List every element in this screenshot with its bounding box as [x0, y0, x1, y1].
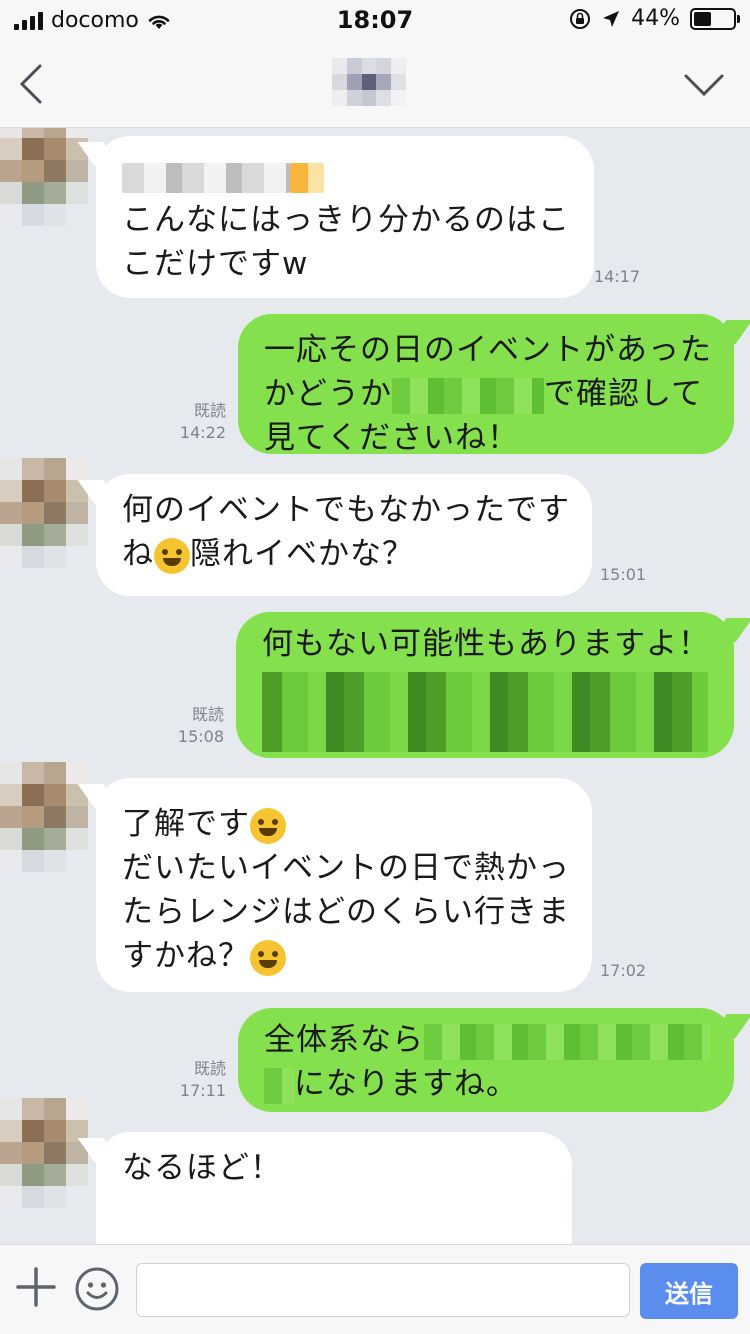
message-text: ね隠れイベかな？: [122, 536, 414, 574]
avatar[interactable]: [0, 128, 88, 226]
message-text: 一応その日のイベントがあった: [264, 332, 712, 368]
thinking-emoji-icon: [250, 939, 286, 976]
message-time: 17:02: [600, 961, 647, 980]
sweat-smile-emoji-icon: [154, 537, 190, 574]
redacted-text: [262, 712, 708, 752]
message-input[interactable]: [136, 1263, 630, 1317]
message-text: こんなにはっきり分かるのはこ: [122, 202, 570, 238]
top-bar: docomo 18:07 44%: [0, 0, 750, 128]
input-bar: 送信: [0, 1244, 750, 1334]
read-receipt: 既読 15:08: [177, 705, 224, 746]
read-receipt: 既読 17:11: [179, 1059, 226, 1100]
redacted-text: [392, 377, 544, 414]
message-time: 14:17: [594, 267, 641, 286]
message-text: 何もない可能性もありますよ！: [262, 626, 710, 662]
redacted-text: [122, 1234, 546, 1244]
read-receipt: 既読 14:22: [179, 401, 226, 442]
avatar[interactable]: [0, 1098, 88, 1208]
location-icon: [603, 10, 620, 27]
message-outgoing[interactable]: 一応その日のイベントがあった かどうか で確認して 見てくださいね！: [238, 314, 734, 456]
message-text: 見てくださいね！: [264, 420, 520, 456]
message-text: こだけですw: [122, 246, 309, 282]
status-bar: docomo 18:07 44%: [0, 0, 750, 40]
message-outgoing[interactable]: 全体系なら になりますね。: [238, 1008, 734, 1112]
status-right: 44%: [569, 6, 740, 31]
message-text: かどうか で確認して: [264, 376, 704, 414]
message-time: 15:01: [600, 565, 647, 584]
message-text: 何のイベントでもなかったです: [122, 492, 570, 528]
chat-area[interactable]: こんなにはっきり分かるのはこ こだけですw 14:17 一応その日のイベントがあ…: [0, 128, 750, 1244]
message-text: なるほど！: [122, 1150, 282, 1186]
rotation-lock-icon: [570, 8, 591, 29]
battery-icon: [690, 7, 740, 30]
message-text: たらレンジはどのくらい行きま: [122, 894, 570, 930]
redacted-text: [122, 154, 568, 198]
message-text: 全体系なら: [264, 1018, 710, 1062]
message-incoming[interactable]: 了解です だいたいイベントの日で熱かっ たらレンジはどのくらい行きま すかね？: [96, 778, 592, 992]
send-button[interactable]: 送信: [640, 1263, 738, 1319]
chevron-left-icon[interactable]: [16, 62, 46, 106]
message-text: すかね？: [122, 934, 566, 978]
avatar[interactable]: [0, 458, 88, 568]
redacted-text: [264, 1067, 294, 1104]
message-incoming[interactable]: こんなにはっきり分かるのはこ こだけですw: [96, 136, 594, 298]
message-text: 了解です: [122, 802, 566, 846]
battery-percent: 44%: [631, 6, 680, 31]
grin-emoji-icon: [250, 807, 286, 844]
smiley-icon[interactable]: [74, 1266, 120, 1312]
message-text: になりますね。: [264, 1062, 708, 1106]
chevron-down-icon[interactable]: [682, 70, 726, 100]
redacted-text: [262, 672, 708, 712]
chat-header: [0, 40, 750, 128]
message-outgoing[interactable]: 何もない可能性もありますよ！: [236, 612, 734, 758]
redacted-text: [424, 1023, 710, 1060]
message-text: だいたいイベントの日で熱かっ: [122, 850, 570, 886]
message-incoming[interactable]: 何のイベントでもなかったです ね隠れイベかな？: [96, 474, 592, 596]
avatar[interactable]: [0, 762, 88, 872]
battery-level: [694, 11, 711, 26]
chat-title-redacted: [332, 58, 406, 106]
plus-icon[interactable]: [16, 1267, 56, 1307]
message-incoming[interactable]: なるほど！: [96, 1132, 572, 1244]
